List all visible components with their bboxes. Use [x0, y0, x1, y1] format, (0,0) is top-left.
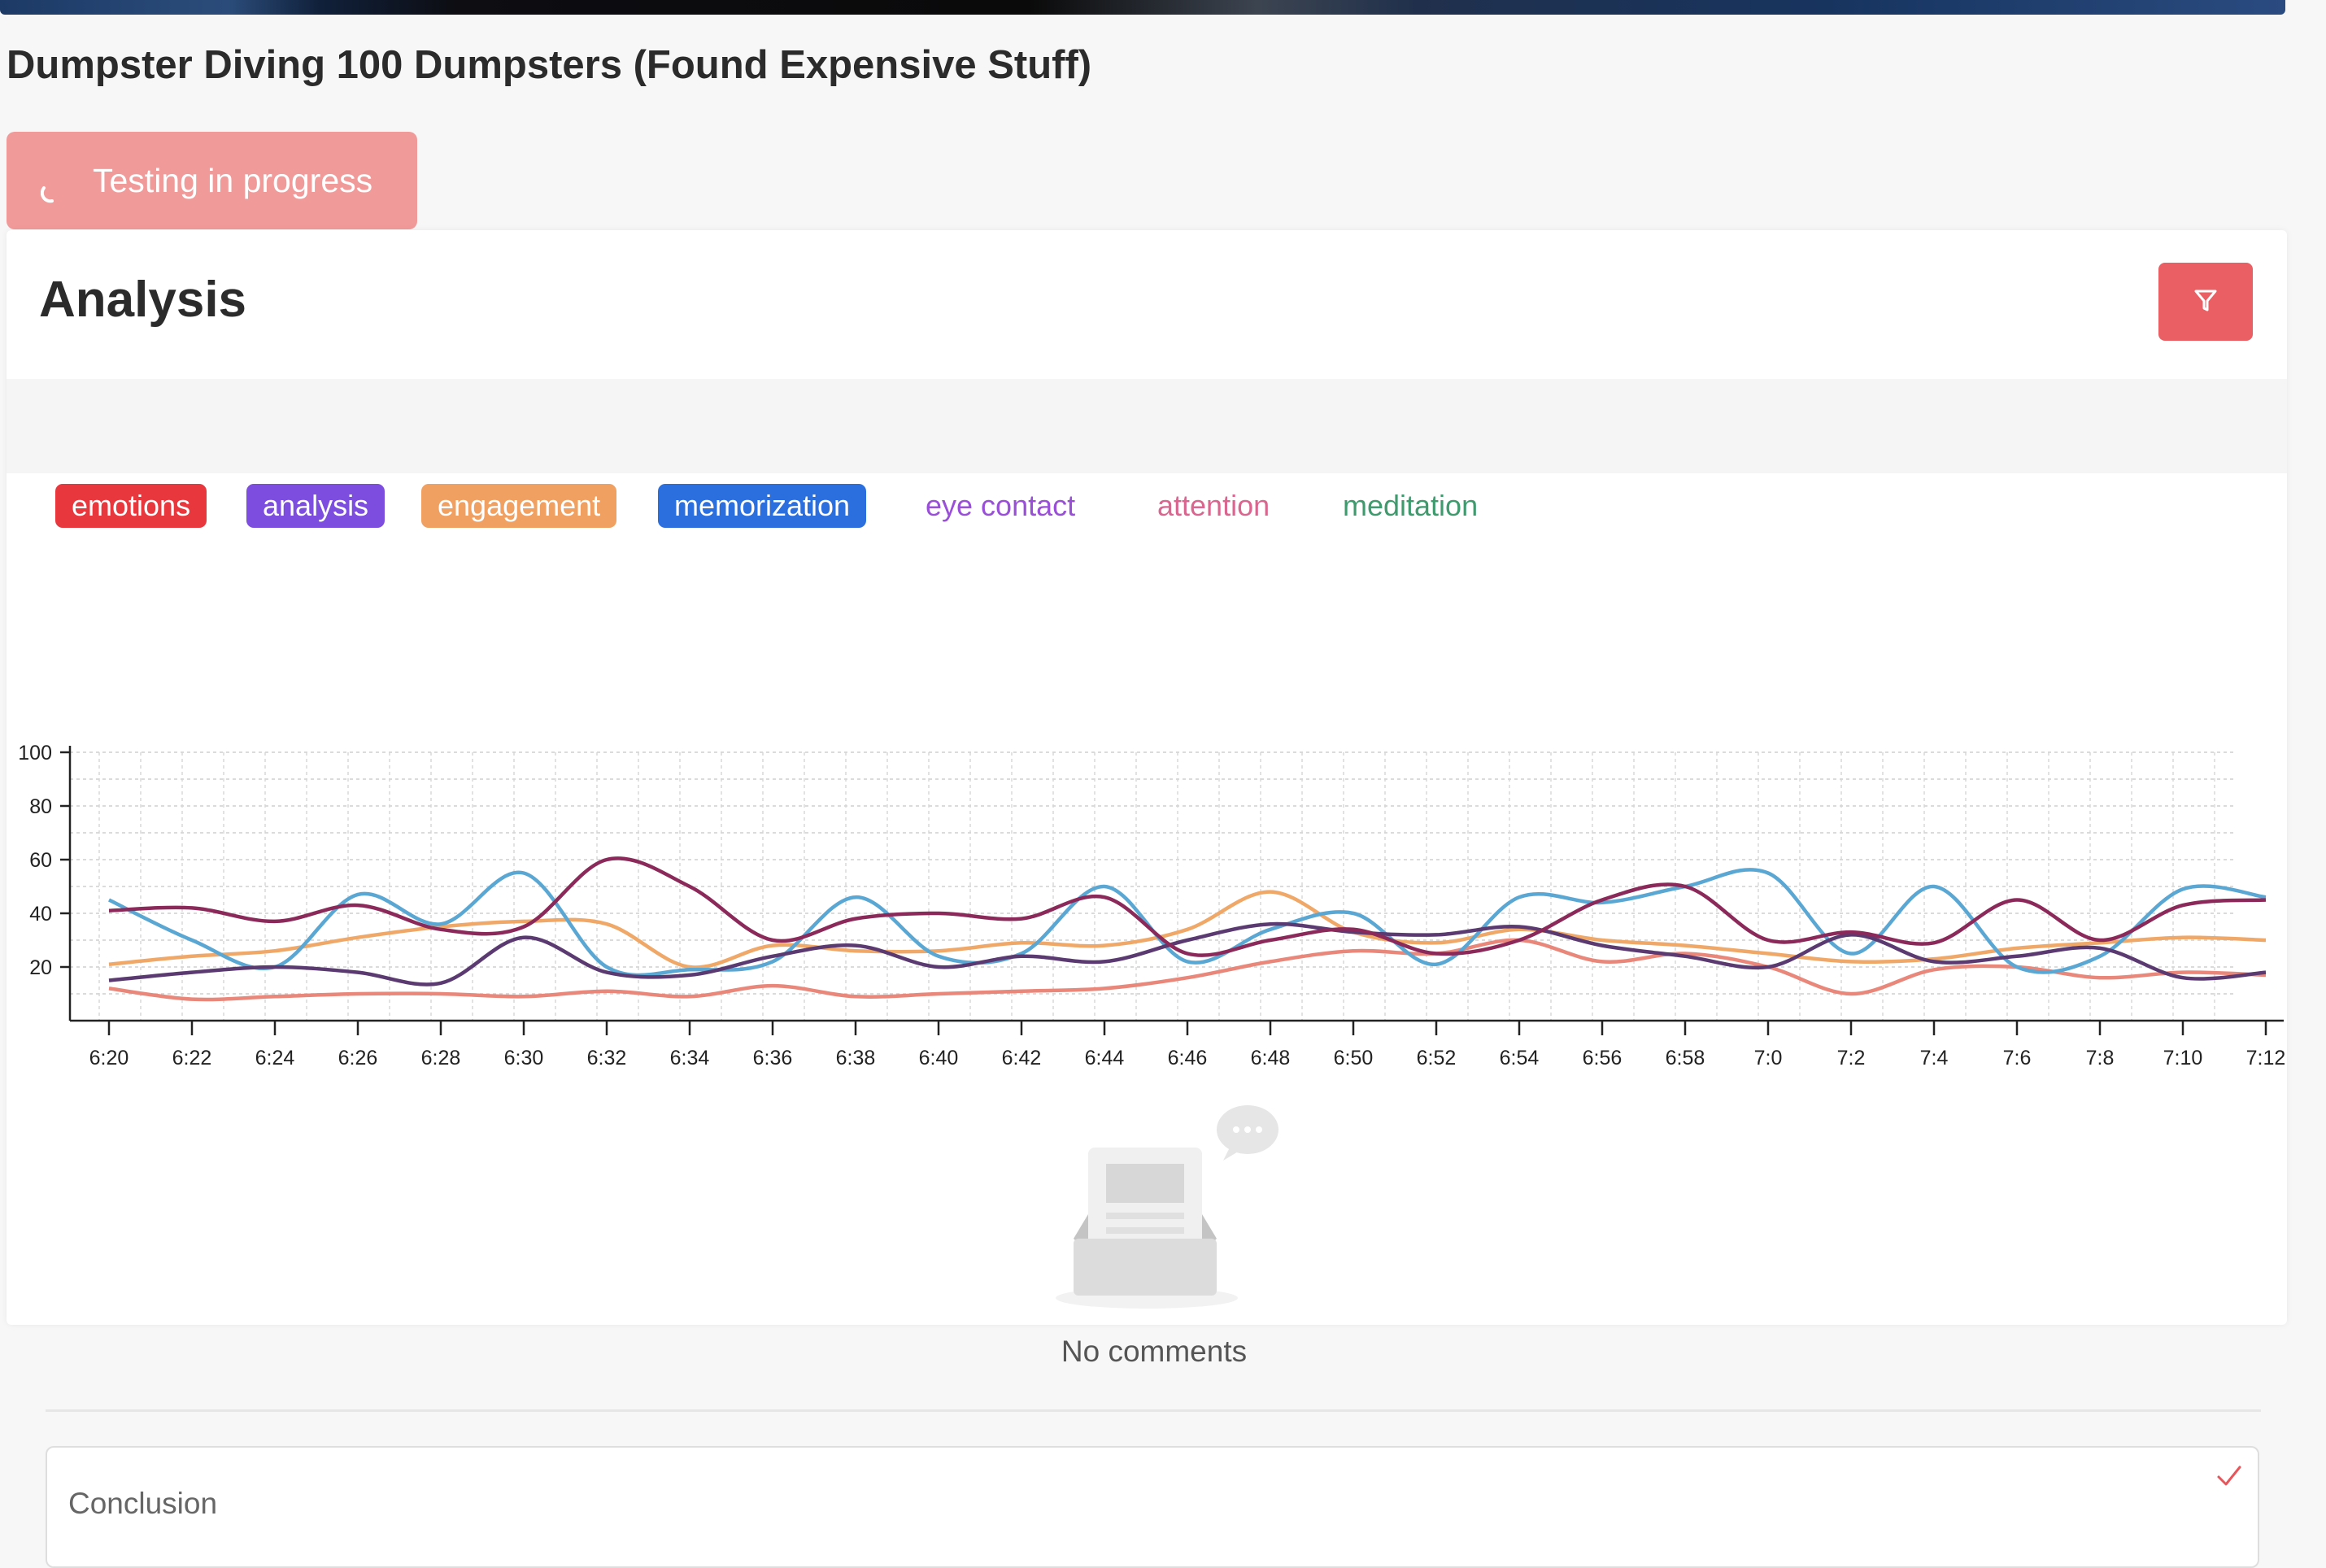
- y-tick-label: 60: [29, 849, 52, 872]
- x-tick-label: 6:54: [1500, 1047, 1540, 1069]
- x-tick-label: 6:32: [587, 1047, 627, 1069]
- x-tick-label: 7:8: [2086, 1047, 2115, 1069]
- video-title: Dumpster Diving 100 Dumpsters (Found Exp…: [7, 43, 1092, 87]
- conclusion-label: Conclusion: [68, 1487, 218, 1520]
- x-tick-label: 6:52: [1417, 1047, 1457, 1069]
- spinner-icon: [40, 176, 62, 203]
- x-tick-label: 6:48: [1251, 1047, 1291, 1069]
- x-tick-label: 7:0: [1754, 1047, 1783, 1069]
- x-tick-label: 7:12: [2246, 1047, 2286, 1069]
- x-tick-label: 6:44: [1085, 1047, 1125, 1069]
- x-tick-label: 6:34: [670, 1047, 710, 1069]
- tab-engagement[interactable]: engagement: [421, 484, 617, 528]
- x-tick-label: 6:24: [255, 1047, 295, 1069]
- status-label: Testing in progress: [93, 161, 373, 199]
- x-tick-label: 6:20: [89, 1047, 129, 1069]
- series-line-0: [108, 938, 2267, 1002]
- divider: [46, 1409, 2261, 1412]
- x-tick-label: 6:42: [1002, 1047, 1042, 1069]
- x-tick-label: 6:50: [1334, 1047, 1374, 1069]
- x-tick-label: 6:28: [421, 1047, 461, 1069]
- x-tick-label: 7:4: [1920, 1047, 1949, 1069]
- x-tick-label: 6:22: [172, 1047, 212, 1069]
- empty-inbox-icon: [1056, 1100, 1300, 1316]
- panel-title: Analysis: [39, 272, 247, 328]
- x-tick-label: 7:10: [2163, 1047, 2203, 1069]
- metric-tabs-bar: [7, 379, 2287, 473]
- metrics-line-chart: 20 40 60 80 100 6:20 6:22 6:24 6:26 6:28 6:30 6:32 6…: [18, 742, 2286, 1069]
- x-tick-label: 6:26: [338, 1047, 378, 1069]
- testing-status-button[interactable]: Testing in progress: [7, 132, 417, 229]
- check-icon[interactable]: [2215, 1462, 2243, 1494]
- x-tick-label: 6:58: [1666, 1047, 1705, 1069]
- empty-comments-text: No comments: [1061, 1335, 1248, 1368]
- y-tick-label: 100: [18, 742, 52, 764]
- y-tick-label: 20: [29, 956, 52, 979]
- x-tick-label: 6:56: [1583, 1047, 1623, 1069]
- analysis-panel: Analysis emotions analysis engagement me…: [7, 230, 2287, 1568]
- filter-button[interactable]: [2158, 263, 2253, 341]
- y-tick-label: 80: [29, 795, 52, 818]
- tab-eye-contact[interactable]: eye contact: [909, 484, 1091, 528]
- tab-emotions[interactable]: emotions: [55, 484, 207, 528]
- tab-analysis[interactable]: analysis: [246, 484, 385, 528]
- video-player-strip[interactable]: [0, 0, 2285, 15]
- x-tick-label: 6:36: [753, 1047, 793, 1069]
- x-tick-label: 6:46: [1168, 1047, 1208, 1069]
- conclusion-field[interactable]: Conclusion: [46, 1446, 2259, 1568]
- x-tick-label: 7:2: [1837, 1047, 1866, 1069]
- tab-meditation[interactable]: meditation: [1326, 484, 1494, 528]
- y-tick-label: 40: [29, 903, 52, 926]
- tab-attention[interactable]: attention: [1141, 484, 1286, 528]
- x-tick-label: 6:40: [919, 1047, 959, 1069]
- x-tick-label: 6:30: [504, 1047, 544, 1069]
- tab-memorization[interactable]: memorization: [658, 484, 867, 528]
- filter-icon: [2192, 286, 2219, 318]
- x-tick-label: 7:6: [2003, 1047, 2032, 1069]
- x-tick-label: 6:38: [836, 1047, 876, 1069]
